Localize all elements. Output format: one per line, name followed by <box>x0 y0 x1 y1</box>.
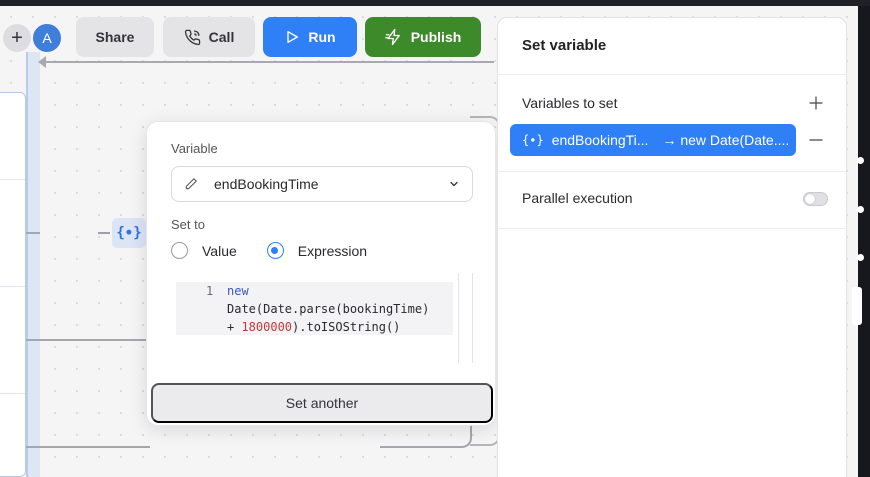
share-label: Share <box>95 29 135 45</box>
chevron-down-icon <box>448 178 460 190</box>
variable-editor-popover: Variable endBookingTime Set to Value Exp… <box>146 121 496 426</box>
code-number: 1800000 <box>241 320 293 334</box>
variable-select-value: endBookingTime <box>214 176 319 192</box>
parallel-execution-toggle[interactable] <box>803 192 828 206</box>
call-label: Call <box>208 29 235 45</box>
variables-to-set-label: Variables to set <box>522 95 618 111</box>
parallel-execution-label: Parallel execution <box>522 190 633 206</box>
variable-label: Variable <box>171 141 218 156</box>
right-edge-panel <box>858 6 870 477</box>
minus-icon <box>809 139 823 141</box>
wire <box>26 446 150 448</box>
divider <box>498 228 846 229</box>
plus-icon: + <box>11 27 23 49</box>
flow-node-partial[interactable] <box>0 92 26 477</box>
variable-select[interactable]: endBookingTime <box>171 166 473 202</box>
code-keyword: new <box>227 284 249 298</box>
set-variable-node[interactable]: {∙} <box>112 218 146 248</box>
remove-variable-button[interactable] <box>805 129 827 151</box>
user-avatar[interactable]: A <box>31 22 63 54</box>
mini-connector <box>98 232 110 234</box>
set-another-label: Set another <box>285 395 359 411</box>
panel-title: Set variable <box>522 37 607 54</box>
radio-expression[interactable] <box>266 242 284 259</box>
chip-variable-name: endBookingTi... <box>551 132 649 148</box>
variable-assignment-chip[interactable]: {∙} endBookingTi... → new Date(Date.... <box>510 124 796 156</box>
code-text: ).toISOString() <box>292 320 401 334</box>
expression-code-editor[interactable]: 1 new Date(Date.parse(bookingTime) + 180… <box>176 282 453 335</box>
wire <box>26 232 40 234</box>
set-variable-panel: Set variable Variables to set {∙} endBoo… <box>497 17 847 477</box>
radio-value[interactable] <box>171 242 188 259</box>
pencil-icon <box>184 177 200 191</box>
code-operator: + <box>227 320 242 334</box>
plus-icon <box>809 96 823 110</box>
variable-icon: {∙} <box>522 133 544 147</box>
play-icon <box>284 29 300 45</box>
connector-arrow <box>38 56 46 68</box>
run-button[interactable]: Run <box>263 17 357 57</box>
add-button[interactable]: + <box>3 24 31 52</box>
avatar-initial: A <box>42 30 52 46</box>
run-label: Run <box>308 29 336 45</box>
publish-button[interactable]: Publish <box>365 17 481 57</box>
set-to-options: Value Expression <box>171 242 367 259</box>
phone-icon <box>184 29 201 46</box>
set-another-button[interactable]: Set another <box>151 383 493 423</box>
publish-label: Publish <box>410 29 462 45</box>
lightning-icon <box>384 28 403 46</box>
wire <box>26 339 148 341</box>
add-variable-button[interactable] <box>805 92 827 114</box>
code-text: Date(Date.parse(bookingTime) <box>227 302 430 316</box>
variable-icon: {∙} <box>116 225 142 241</box>
set-to-label: Set to <box>171 217 205 232</box>
code-line-number: 1 <box>206 284 214 298</box>
chip-expression-preview: → new Date(Date.... <box>662 132 790 148</box>
share-button[interactable]: Share <box>76 17 154 57</box>
edge-card <box>852 287 862 325</box>
edge-handle <box>857 206 864 213</box>
radio-value-label[interactable]: Value <box>202 243 237 259</box>
divider <box>498 171 846 172</box>
radio-expression-label[interactable]: Expression <box>298 243 367 259</box>
connector-line <box>42 61 494 63</box>
flow-group-rail <box>26 52 40 477</box>
divider <box>498 74 846 75</box>
edge-handle <box>857 254 864 261</box>
call-button[interactable]: Call <box>163 17 255 57</box>
code-scrollbar[interactable] <box>458 273 473 363</box>
edge-handle <box>857 157 864 164</box>
